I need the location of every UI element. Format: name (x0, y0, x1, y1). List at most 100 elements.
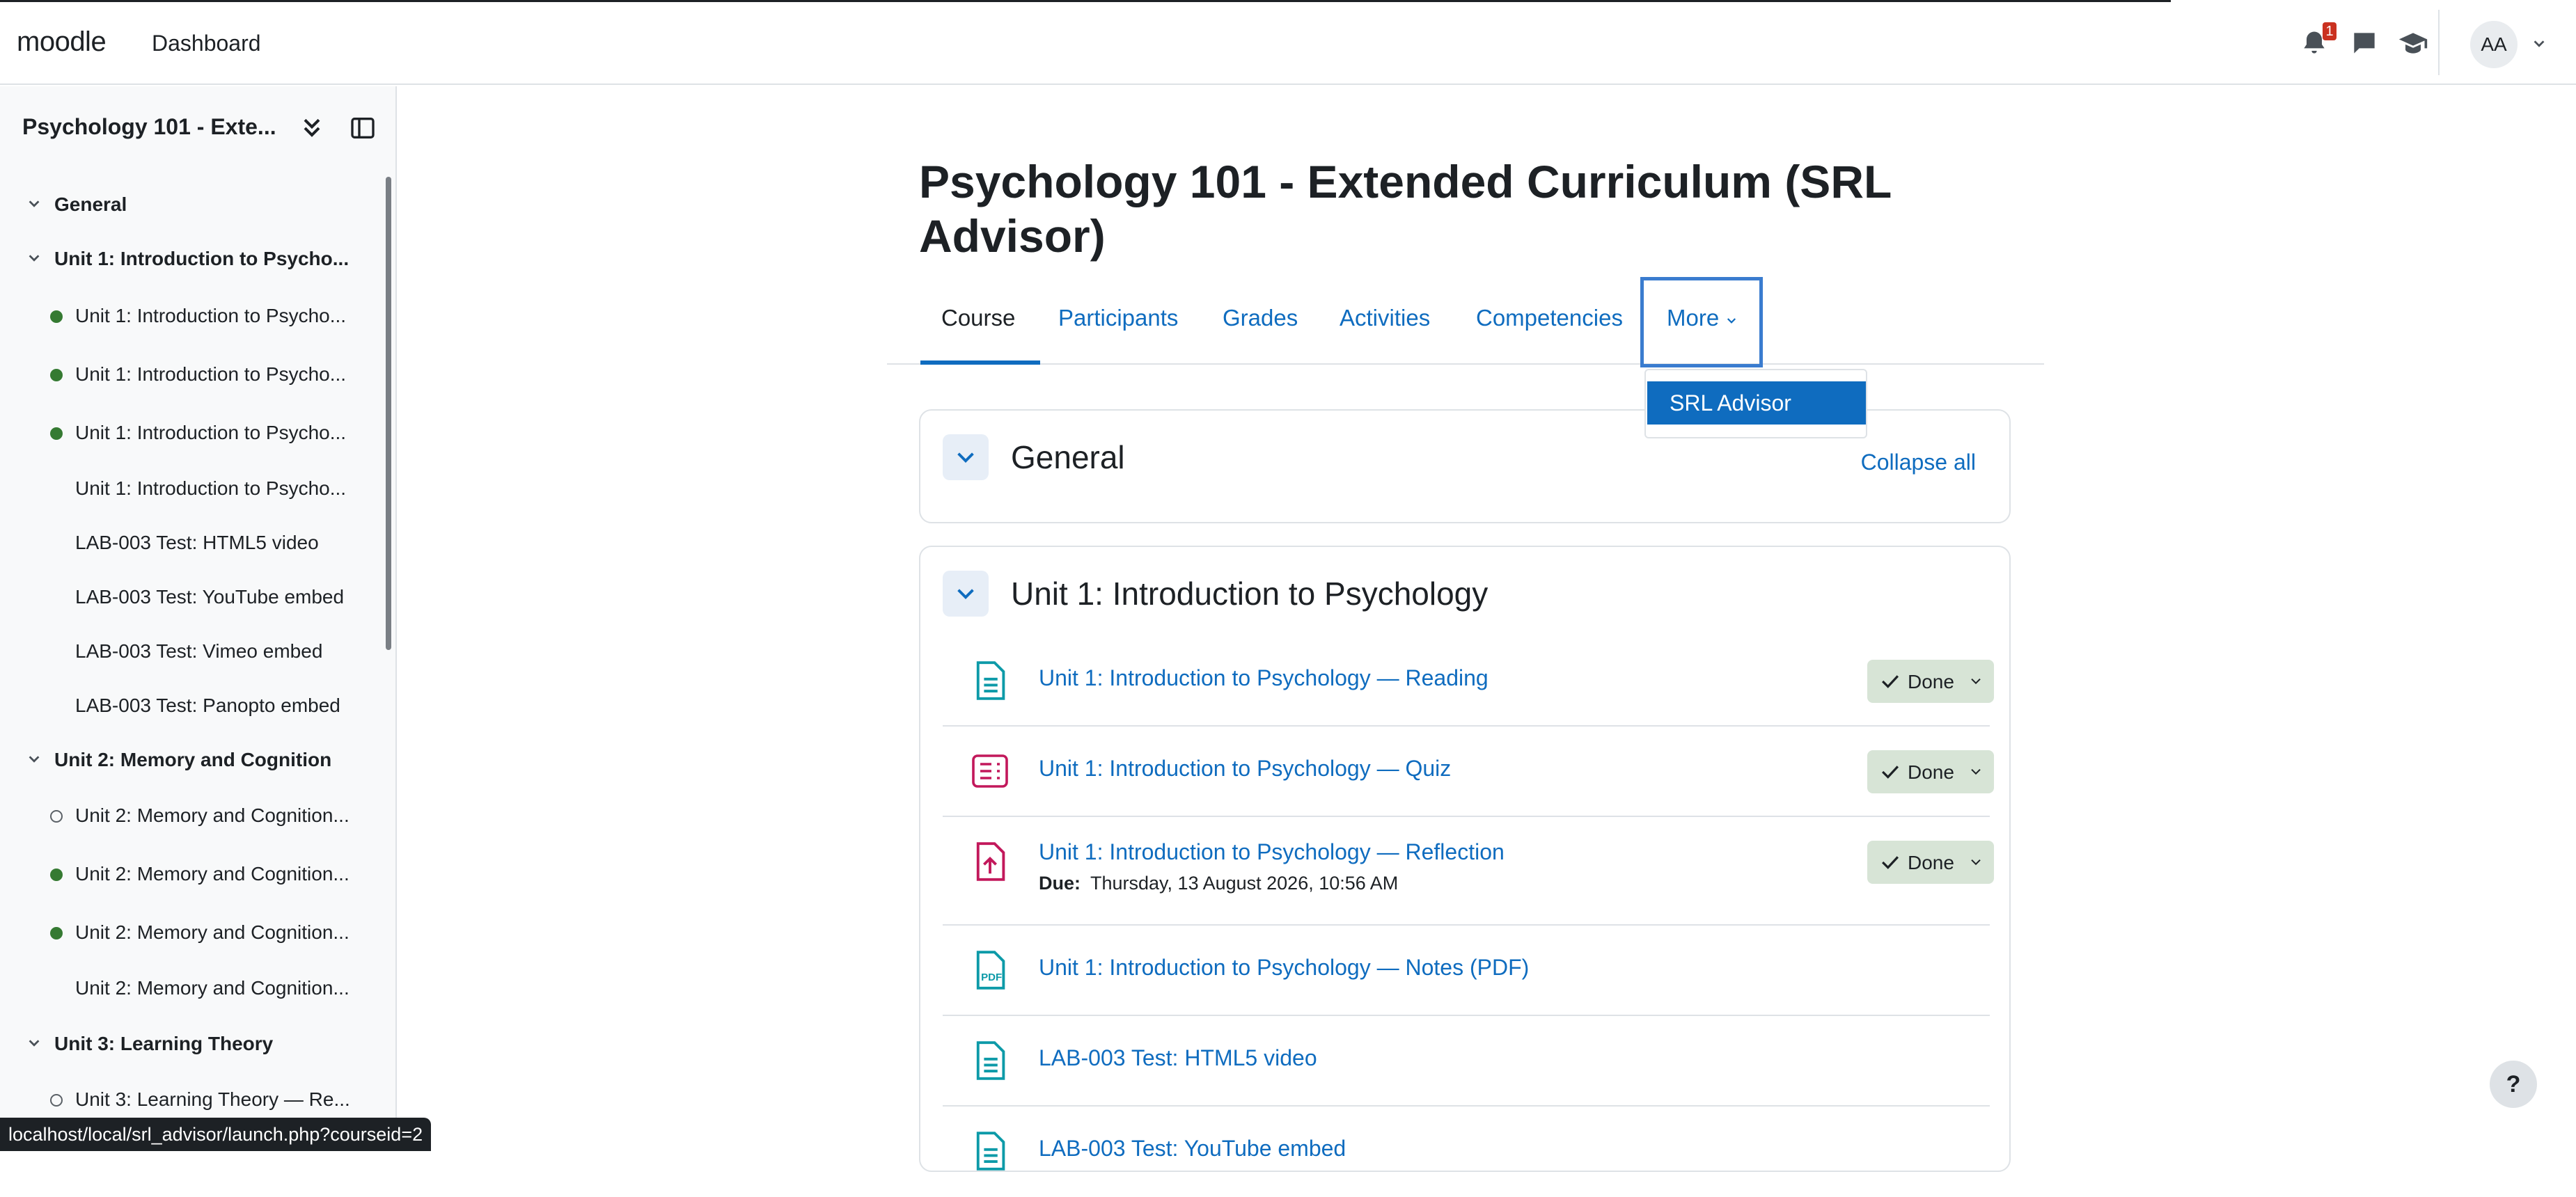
graduation-cap-icon[interactable] (2398, 28, 2428, 58)
sidebar-activity[interactable]: Unit 1: Introduction to Psycho... (0, 412, 383, 454)
due-label: Due: (1039, 873, 1081, 894)
sidebar-item-label: Unit 1: Introduction to Psycho... (54, 248, 350, 269)
chevron-down-icon[interactable] (26, 196, 42, 212)
activity-row: Unit 1: Introduction to Psychology — Rea… (943, 636, 1994, 727)
chevron-down-icon[interactable] (26, 752, 42, 767)
chevron-down-icon[interactable] (26, 1036, 42, 1051)
section-title: General (1011, 439, 1125, 475)
activity-due-date: Due: Thursday, 13 August 2026, 10:56 AM (1039, 873, 1398, 894)
chevron-down-icon (1971, 859, 1981, 866)
tab-course[interactable]: Course (941, 305, 1015, 331)
sidebar-section-unit1[interactable]: Unit 1: Introduction to Psycho... (0, 238, 383, 280)
top-navbar: moodle Dashboard 1 AA (0, 0, 2576, 85)
sidebar-item-label: Unit 1: Introduction to Psycho... (75, 422, 347, 443)
moodle-logo[interactable]: moodle (17, 26, 107, 58)
active-tab-indicator (920, 360, 1040, 365)
completion-done-icon (50, 427, 63, 440)
menu-item-srl-advisor[interactable]: SRL Advisor (1647, 381, 1866, 425)
sidebar-activity[interactable]: Unit 1: Introduction to Psycho... (0, 295, 383, 337)
sidebar-item-label: LAB-003 Test: Vimeo embed (75, 640, 323, 662)
page-icon (976, 1132, 1005, 1171)
section-title: Unit 1: Introduction to Psychology (1011, 576, 1489, 612)
sidebar-item-label: LAB-003 Test: HTML5 video (75, 532, 319, 553)
sidebar-item-label: Unit 3: Learning Theory — Re... (75, 1088, 350, 1110)
page-title: Psychology 101 - Extended Curriculum (SR… (919, 156, 1892, 262)
completion-done-icon (50, 927, 63, 940)
course-index-drawer: Psychology 101 - Exte... General Unit 1:… (0, 86, 397, 1151)
section-toggle-button[interactable] (943, 571, 989, 617)
chevron-down-icon (957, 452, 974, 463)
nav-dashboard-link[interactable]: Dashboard (152, 31, 261, 56)
chevron-down-icon[interactable] (1725, 315, 1738, 327)
chevron-down-icon[interactable] (26, 251, 42, 266)
section-toggle-button[interactable] (943, 434, 989, 480)
sidebar-section-general[interactable]: General (0, 184, 383, 225)
completion-label: Done (1908, 671, 1954, 692)
user-avatar[interactable]: AA (2470, 21, 2518, 68)
sidebar-activity[interactable]: LAB-003 Test: Panopto embed (0, 685, 383, 727)
due-value: Thursday, 13 August 2026, 10:56 AM (1090, 873, 1399, 894)
activity-link[interactable]: LAB-003 Test: HTML5 video (1039, 1045, 1317, 1071)
sidebar-activity[interactable]: LAB-003 Test: HTML5 video (0, 522, 383, 564)
tab-activities[interactable]: Activities (1340, 305, 1430, 331)
sidebar-activity[interactable]: Unit 2: Memory and Cognition... (0, 853, 383, 895)
tab-competencies[interactable]: Competencies (1476, 305, 1623, 331)
sidebar-activity[interactable]: LAB-003 Test: YouTube embed (0, 576, 383, 618)
sidebar-activity[interactable]: Unit 2: Memory and Cognition... (0, 912, 383, 953)
sidebar-item-label: LAB-003 Test: Panopto embed (75, 695, 340, 716)
completion-done-button[interactable]: Done (1867, 750, 1994, 793)
sidebar-activity[interactable]: Unit 3: Learning Theory — Re... (0, 1079, 383, 1120)
activity-link[interactable]: Unit 1: Introduction to Psychology — Rea… (1039, 665, 1489, 691)
activity-link[interactable]: Unit 1: Introduction to Psychology — Not… (1039, 955, 1529, 981)
sidebar-activity[interactable]: Unit 2: Memory and Cognition... (0, 967, 383, 1009)
chevron-down-icon[interactable] (2531, 36, 2547, 51)
section-card-unit1: Unit 1: Introduction to Psychology Unit … (919, 546, 2011, 1172)
activity-row: LAB-003 Test: HTML5 video (943, 1016, 1990, 1107)
completion-label: Done (1908, 852, 1954, 873)
sidebar-item-label: LAB-003 Test: YouTube embed (75, 586, 345, 608)
sidebar-item-label: Unit 2: Memory and Cognition... (75, 977, 350, 999)
page-icon (976, 1041, 1005, 1080)
sidebar-item-label: Unit 2: Memory and Cognition... (75, 804, 350, 826)
notification-count-badge: 1 (2323, 22, 2337, 40)
sidebar-activity[interactable]: Unit 2: Memory and Cognition... (0, 795, 383, 837)
drawer-scrollbar[interactable] (386, 177, 391, 650)
sidebar-item-label: General (54, 193, 127, 215)
activity-link[interactable]: LAB-003 Test: YouTube embed (1039, 1136, 1346, 1162)
tab-grades[interactable]: Grades (1223, 305, 1298, 331)
completion-done-button[interactable]: Done (1867, 660, 1994, 703)
completion-done-button[interactable]: Done (1867, 841, 1994, 884)
sidebar-item-label: Unit 2: Memory and Cognition (54, 749, 332, 770)
quiz-icon (972, 754, 1008, 788)
help-button[interactable]: ? (2490, 1061, 2537, 1108)
activity-link[interactable]: Unit 1: Introduction to Psychology — Qui… (1039, 756, 1451, 782)
assignment-icon (976, 842, 1005, 881)
collapse-all-link[interactable]: Collapse all (1861, 450, 1976, 475)
chevron-down-icon (1971, 678, 1981, 685)
sidebar-item-label: Unit 3: Learning Theory (54, 1033, 274, 1054)
sidebar-item-label: Unit 2: Memory and Cognition... (75, 863, 350, 885)
sidebar-item-label: Unit 1: Introduction to Psycho... (75, 477, 347, 499)
activity-link[interactable]: Unit 1: Introduction to Psychology — Ref… (1039, 839, 1505, 865)
completion-done-icon (50, 310, 63, 323)
collapse-all-icon[interactable] (298, 114, 326, 142)
more-tab-focus-ring[interactable] (1640, 277, 1763, 367)
close-drawer-icon[interactable] (348, 114, 377, 142)
sidebar-item-label: Unit 1: Introduction to Psycho... (75, 363, 347, 385)
sidebar-activity[interactable]: Unit 1: Introduction to Psycho... (0, 354, 383, 395)
sidebar-section-unit3[interactable]: Unit 3: Learning Theory (0, 1023, 383, 1065)
activity-row: PDF Unit 1: Introduction to Psychology —… (943, 926, 1990, 1016)
check-icon (1882, 766, 1899, 779)
chevron-down-icon (957, 589, 974, 599)
sidebar-section-unit2[interactable]: Unit 2: Memory and Cognition (0, 739, 383, 781)
messages-icon[interactable] (2349, 28, 2380, 58)
sidebar-activity[interactable]: Unit 1: Introduction to Psycho... (0, 468, 383, 509)
completion-todo-icon (50, 810, 63, 823)
activity-row: Unit 1: Introduction to Psychology — Ref… (943, 817, 1994, 926)
tab-participants[interactable]: Participants (1058, 305, 1178, 331)
sidebar-item-label: Unit 1: Introduction to Psycho... (75, 305, 347, 326)
pdf-icon: PDF (976, 951, 1005, 990)
sidebar-activity[interactable]: LAB-003 Test: Vimeo embed (0, 631, 383, 672)
drawer-course-title: Psychology 101 - Exte... (22, 114, 276, 139)
more-dropdown-menu: SRL Advisor (1644, 369, 1867, 438)
